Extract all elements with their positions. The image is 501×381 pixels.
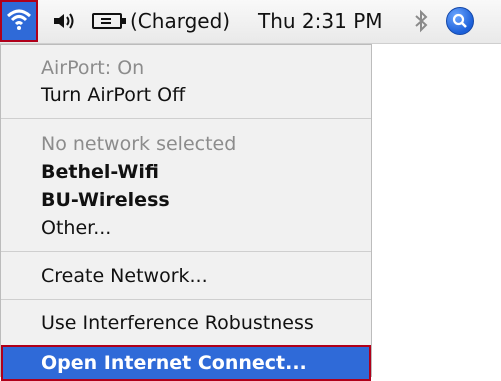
wifi-menu-extra[interactable] xyxy=(0,0,38,42)
spotlight-icon[interactable] xyxy=(446,7,474,35)
menu-bar: (Charged) Thu 2:31 PM xyxy=(0,0,501,44)
wifi-icon xyxy=(6,7,32,35)
network-item-bethel-wifi[interactable]: Bethel-Wifi xyxy=(1,157,371,187)
create-network-item[interactable]: Create Network... xyxy=(1,261,371,291)
interference-robustness-item[interactable]: Use Interference Robustness xyxy=(1,308,371,338)
battery-icon xyxy=(92,13,126,29)
speaker-icon[interactable] xyxy=(52,7,82,35)
menu-separator xyxy=(1,251,371,252)
battery-status: (Charged) xyxy=(130,9,231,33)
turn-airport-off-item[interactable]: Turn AirPort Off xyxy=(1,80,371,110)
other-network-item[interactable]: Other... xyxy=(1,213,371,243)
no-network-selected-label: No network selected xyxy=(41,133,237,155)
airport-menu: AirPort: On Turn AirPort Off No network … xyxy=(0,44,372,381)
battery-menu-extra[interactable]: (Charged) xyxy=(92,7,230,35)
menu-separator xyxy=(1,118,371,119)
network-item-bu-wireless[interactable]: BU-Wireless xyxy=(1,185,371,215)
menu-clock[interactable]: Thu 2:31 PM xyxy=(258,7,383,35)
background-area xyxy=(372,44,501,379)
menu-separator xyxy=(1,299,371,300)
open-internet-connect-item[interactable]: Open Internet Connect... xyxy=(1,345,371,381)
bluetooth-icon[interactable] xyxy=(413,7,435,35)
airport-status-label: AirPort: On xyxy=(41,57,145,79)
